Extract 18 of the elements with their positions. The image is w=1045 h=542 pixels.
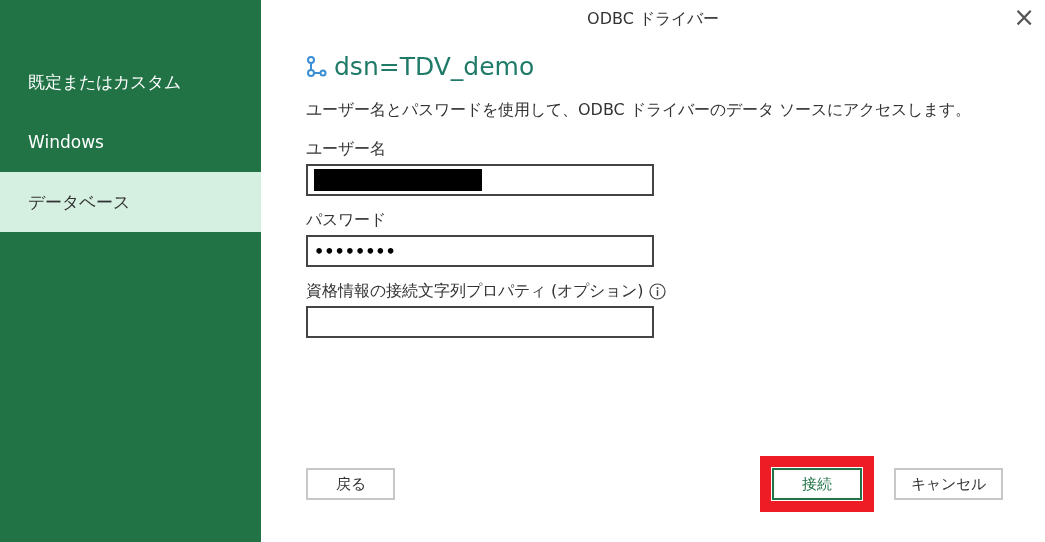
sidebar-item[interactable]: データベース [0, 172, 261, 232]
field-label: パスワード [306, 210, 386, 231]
connect-button[interactable]: 接続 [772, 468, 862, 500]
close-button[interactable]: × [1013, 4, 1035, 30]
password-field[interactable]: •••••••• [306, 235, 654, 267]
field-label: ユーザー名 [306, 139, 386, 160]
info-icon[interactable] [648, 283, 666, 300]
connection-icon [306, 55, 328, 78]
dsn-heading: dsn=TDV_demo [334, 52, 535, 81]
input-field[interactable] [306, 306, 654, 338]
cancel-button[interactable]: キャンセル [894, 468, 1003, 500]
back-button[interactable]: 戻る [306, 468, 395, 500]
description-text: ユーザー名とパスワードを使用して、ODBC ドライバーのデータ ソースにアクセスします。 [306, 99, 972, 121]
field-label: 資格情報の接続文字列プロパティ (オプション) [306, 281, 644, 302]
window-title: ODBC ドライバー [587, 8, 719, 30]
sidebar-item[interactable]: Windows [0, 112, 261, 172]
input-field[interactable] [306, 164, 654, 196]
sidebar-item[interactable]: 既定またはカスタム [0, 52, 261, 112]
